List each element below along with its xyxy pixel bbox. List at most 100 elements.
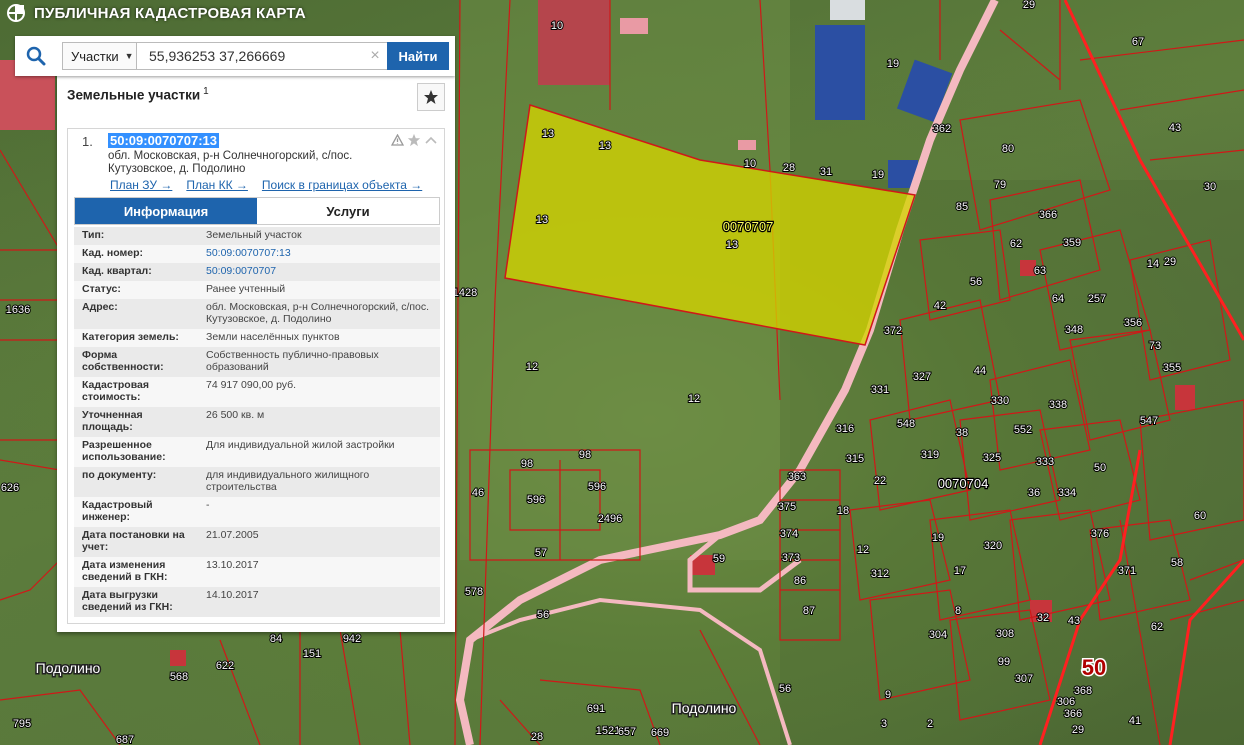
search-bar: Участки ▼ × Найти [15, 36, 455, 76]
parcel-number-label: 376 [1091, 528, 1109, 540]
parcel-number-label: 1521 [596, 725, 620, 737]
attribute-key: Дата выгрузки сведений из ГКН: [82, 589, 173, 613]
chevron-up-icon[interactable] [424, 135, 438, 145]
parcel-number-label: 568 [170, 671, 188, 683]
place-name-label: Подолино [36, 660, 101, 676]
parcel-number-label: 98 [521, 458, 533, 470]
parcel-number-label: 372 [884, 325, 902, 337]
parcel-number-label: 85 [956, 201, 968, 213]
attribute-row: Дата выгрузки сведений из ГКН: 14.10.2017 [74, 587, 440, 617]
search-icon[interactable] [15, 36, 57, 76]
attribute-value: Собственность публично-правовых образова… [206, 349, 379, 373]
parcel-number-label: 17 [954, 565, 966, 577]
plan-kk-link[interactable]: План КК → [186, 178, 248, 192]
search-type-select[interactable]: Участки ▼ [62, 42, 136, 70]
tab-services[interactable]: Услуги [257, 198, 439, 224]
attribute-value: 74 917 090,00 руб. [206, 379, 297, 391]
attributes-table: Тип: Земельный участок Кад. номер: 50:09:00… [74, 227, 440, 617]
search-in-bounds-link[interactable]: Поиск в границах объекта → [262, 178, 422, 192]
parcel-number-label: 73 [1149, 340, 1161, 352]
attribute-key: Дата постановки на учет: [82, 529, 185, 553]
clear-search-button[interactable]: × [366, 47, 384, 65]
parcel-number-label: 58 [1171, 557, 1183, 569]
parcel-number-label: 12 [526, 361, 538, 373]
attribute-row: по документу: для индивидуального жилищно… [74, 467, 440, 497]
parcel-number-label: 334 [1058, 487, 1076, 499]
parcel-number-label: 330 [991, 395, 1009, 407]
parcel-number-label: 28 [531, 731, 543, 743]
attribute-value[interactable]: 50:09:0070707:13 [194, 245, 440, 263]
chevron-down-icon: ▼ [124, 51, 134, 61]
parcel-number-label: 13 [542, 128, 554, 140]
plan-zu-link[interactable]: План ЗУ → [110, 178, 172, 192]
result-count: 1 [203, 86, 209, 97]
find-button[interactable]: Найти [387, 42, 449, 70]
parcel-number-label: 368 [1074, 685, 1092, 697]
parcel-number-label: 13 [536, 214, 548, 226]
attribute-row: Кадастровый инженер: - [74, 497, 440, 527]
parcel-number-label: 657 [618, 726, 636, 738]
app-title: ПУБЛИЧНАЯ КАДАСТРОВАЯ КАРТА [34, 4, 306, 22]
panel-title-text: Земельные участки [67, 87, 201, 103]
result-card[interactable]: 1. 50:09:0070707:13 обл. Московская, р-н… [67, 128, 445, 624]
attribute-key: Тип: [82, 229, 105, 241]
parcel-number-label: 13 [726, 239, 738, 251]
parcel-number-label: 355 [1163, 362, 1181, 374]
parcel-number-label: 315 [846, 453, 864, 465]
attribute-key: Кад. квартал: [82, 265, 152, 277]
parcel-number-label: 29 [1164, 256, 1176, 268]
tab-information[interactable]: Информация [75, 198, 257, 224]
attribute-key: Категория земель: [82, 331, 179, 343]
results-panel: Земельные участки 1 1. 50:09:0070707:13 о… [57, 76, 455, 632]
parcel-number-label: 38 [956, 427, 968, 439]
parcel-number-label: 56 [537, 609, 549, 621]
parcel-number-label: 348 [1065, 324, 1083, 336]
favorites-button[interactable] [417, 83, 445, 111]
attribute-row: Статус: Ранее учтенный [74, 281, 440, 299]
parcel-number-label: 19 [887, 58, 899, 70]
parcel-number-label: 362 [933, 123, 951, 135]
parcel-number-label: 32 [1037, 612, 1049, 624]
attribute-key: Кад. номер: [82, 247, 144, 259]
star-icon[interactable] [407, 133, 421, 147]
attribute-row: Уточненная площадь: 26 500 кв. м [74, 407, 440, 437]
road [469, 597, 792, 745]
attribute-row: Форма собственности: Собственность публич… [74, 347, 440, 377]
parcel-number-label: 62 [1151, 621, 1163, 633]
parcel-number-label: 56 [779, 683, 791, 695]
parcel-number-label: 308 [996, 628, 1014, 640]
parcel-number-label: 63 [1034, 265, 1046, 277]
cadastral-number[interactable]: 50:09:0070707:13 [108, 133, 219, 148]
attribute-key: Кадастровый инженер: [82, 499, 153, 523]
parcel-number-label: 13 [599, 140, 611, 152]
parcel-number-label: 596 [527, 494, 545, 506]
parcel-number-label: 371 [1118, 565, 1136, 577]
parcel-number-label: 2 [927, 718, 933, 730]
card-tabs: Информация Услуги [74, 197, 440, 225]
attribute-row: Кад. номер: 50:09:0070707:13 [74, 245, 440, 263]
parcel-number-label: 10 [744, 158, 756, 170]
parcel-number-label: 8 [955, 605, 961, 617]
panel-title: Земельные участки 1 [67, 86, 209, 103]
parcel-number-label: 669 [651, 727, 669, 739]
parcel-number-label: 29 [1072, 724, 1084, 736]
parcel-number-label: 41 [1129, 715, 1141, 727]
attribute-row: Дата изменения сведений в ГКН: 13.10.2017 [74, 557, 440, 587]
logo-icon [7, 4, 25, 22]
parcel-number-label: 338 [1049, 399, 1067, 411]
attribute-value[interactable]: 50:09:0070707 [194, 263, 440, 281]
app-header: ПУБЛИЧНАЯ КАДАСТРОВАЯ КАРТА [0, 0, 306, 26]
search-input[interactable] [136, 42, 388, 70]
parcel-number-label: 19 [872, 169, 884, 181]
warning-icon[interactable] [391, 134, 404, 146]
parcel-number-label: 31 [820, 166, 832, 178]
attribute-value: для индивидуального жилищного строительс… [206, 469, 370, 493]
parcel-number-label: 316 [836, 423, 854, 435]
parcel-number-label: 257 [1088, 293, 1106, 305]
parcel-number-label: 42 [934, 300, 946, 312]
parcel-number-label: 56 [970, 276, 982, 288]
building-blue-roof [815, 25, 865, 120]
parcel-number-label: 151 [303, 648, 321, 660]
parcel-number-label: 64 [1052, 293, 1064, 305]
quarter-label: 0070707 [723, 219, 774, 234]
